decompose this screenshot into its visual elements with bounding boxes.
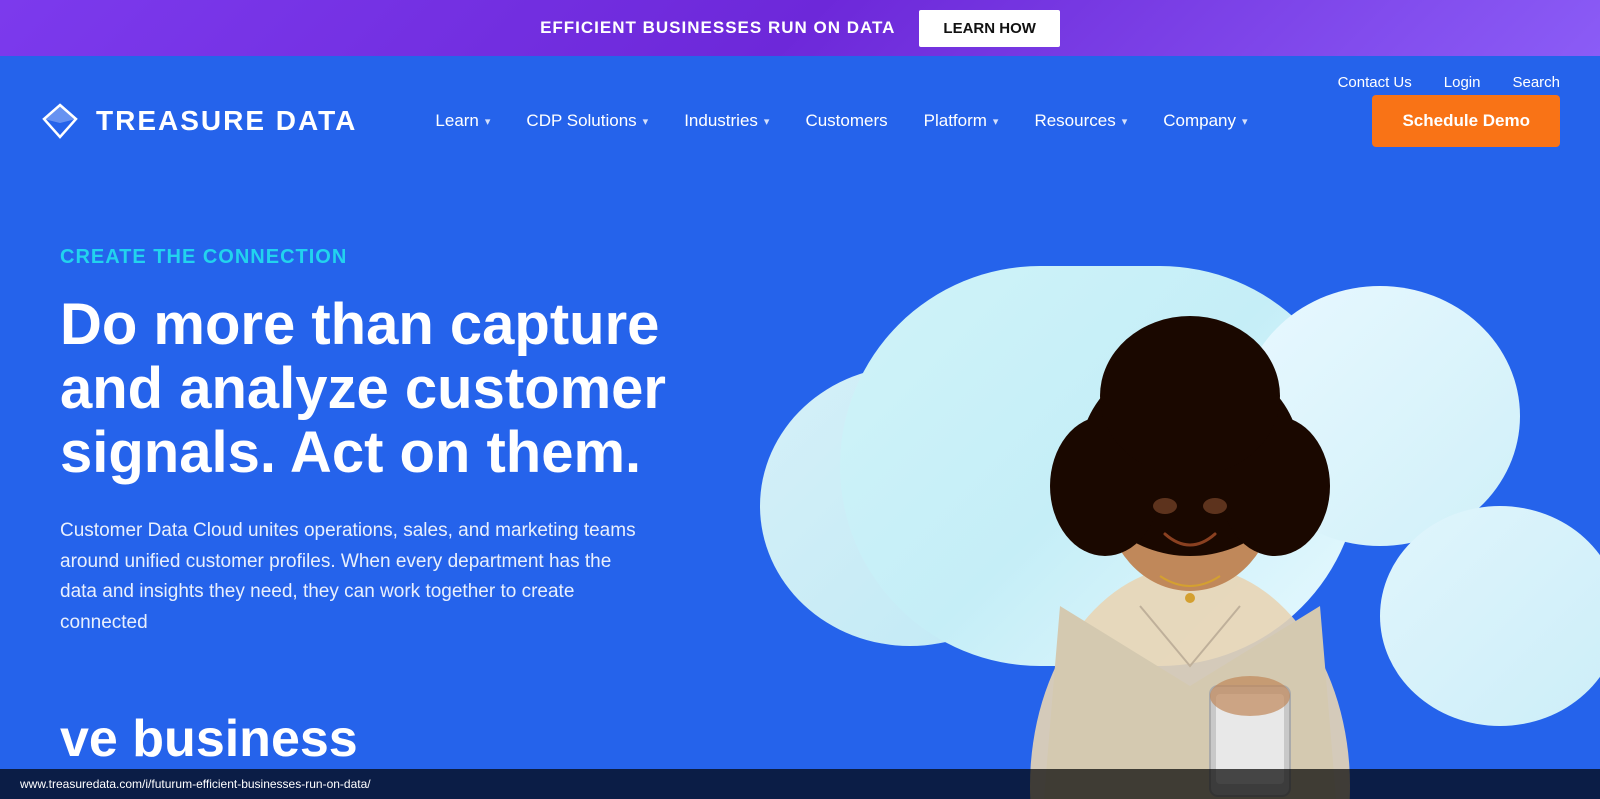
chevron-icon: ▾: [993, 115, 999, 128]
learn-how-button[interactable]: LEARN HOW: [919, 10, 1060, 47]
login-link[interactable]: Login: [1444, 74, 1481, 91]
schedule-demo-button[interactable]: Schedule Demo: [1372, 95, 1560, 147]
nav-item-company[interactable]: Company ▾: [1145, 103, 1265, 139]
nav-item-learn[interactable]: Learn ▾: [417, 103, 508, 139]
bottom-text: ve business: [60, 709, 358, 769]
status-bar: www.treasuredata.com/i/futurum-efficient…: [0, 769, 1600, 799]
contact-us-link[interactable]: Contact Us: [1338, 74, 1412, 91]
chevron-icon: ▾: [643, 115, 649, 128]
hero-description: Customer Data Cloud unites operations, s…: [60, 516, 640, 638]
chevron-icon: ▾: [1122, 115, 1128, 128]
nav-item-customers[interactable]: Customers: [787, 103, 905, 139]
logo-area: TREASURE DATA: [40, 101, 357, 141]
chevron-icon: ▾: [1242, 115, 1248, 128]
main-nav: Learn ▾ CDP Solutions ▾ Industries ▾ Cus…: [417, 95, 1560, 147]
top-banner: EFFICIENT BUSINESSES RUN ON DATA LEARN H…: [0, 0, 1600, 56]
hero-section: CREATE THE CONNECTION Do more than captu…: [0, 186, 1600, 799]
person-area: [940, 266, 1440, 799]
nav-item-resources[interactable]: Resources ▾: [1016, 103, 1145, 139]
person-image: [960, 266, 1420, 799]
search-link[interactable]: Search: [1512, 74, 1560, 91]
navbar: Contact Us Login Search TREASURE DATA Le…: [0, 56, 1600, 186]
logo-text: TREASURE DATA: [96, 105, 357, 137]
hero-content: CREATE THE CONNECTION Do more than captu…: [60, 246, 680, 638]
nav-item-industries[interactable]: Industries ▾: [666, 103, 787, 139]
hero-title: Do more than capture and analyze custome…: [60, 293, 680, 484]
nav-item-cdp[interactable]: CDP Solutions ▾: [508, 103, 666, 139]
top-nav-links: Contact Us Login Search: [1338, 74, 1560, 91]
nav-item-platform[interactable]: Platform ▾: [906, 103, 1017, 139]
chevron-icon: ▾: [764, 115, 770, 128]
banner-text: EFFICIENT BUSINESSES RUN ON DATA: [540, 18, 895, 38]
diamond-icon: [40, 101, 80, 141]
chevron-icon: ▾: [485, 115, 491, 128]
status-url: www.treasuredata.com/i/futurum-efficient…: [20, 777, 371, 791]
hero-tag: CREATE THE CONNECTION: [60, 246, 680, 269]
